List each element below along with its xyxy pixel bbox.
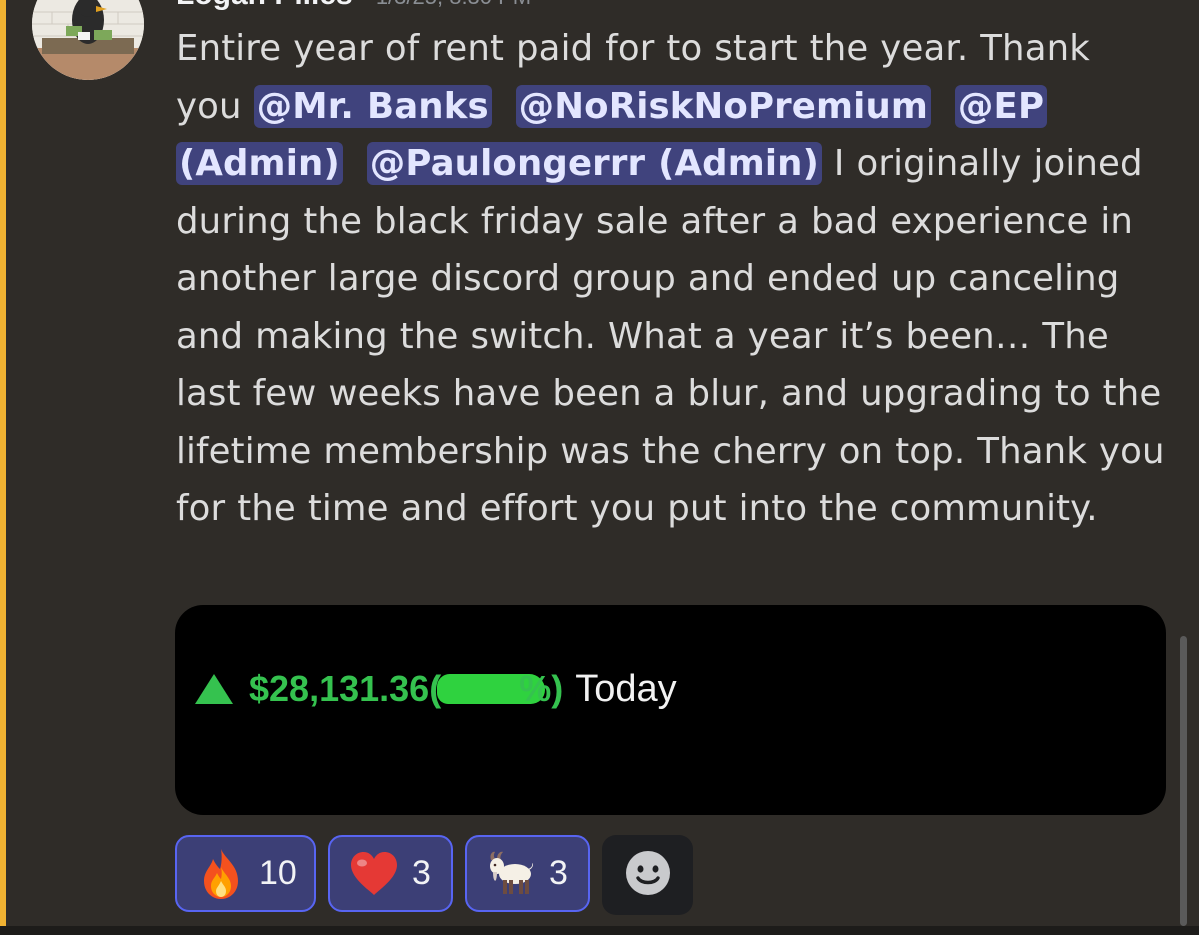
message-text-continued: I originally joined during the black fri… [176, 143, 1165, 529]
gain-percent: (%) [429, 668, 564, 710]
username[interactable]: Logan Pilles [176, 0, 353, 11]
message-content: Entire year of rent paid for to start th… [176, 20, 1166, 538]
smiley-face-icon [625, 850, 671, 900]
chat-message: Logan Pilles 1/3/25, 8:30 PM Entire year… [0, 0, 1199, 935]
fire-emoji-icon [195, 848, 247, 900]
goat-emoji-icon [485, 848, 537, 900]
bottom-divider [0, 926, 1199, 935]
heart-emoji-icon [348, 848, 400, 900]
mention-mr-banks[interactable]: @Mr. Banks [253, 84, 492, 128]
highlight-accent-bar [0, 0, 6, 935]
percent-suffix: %) [519, 668, 564, 709]
message-header: Logan Pilles 1/3/25, 8:30 PM [176, 0, 531, 11]
gain-amount: $28,131.36 [249, 668, 430, 709]
mention-paulongerrr-admin[interactable]: @Paulongerrr (Admin) [366, 142, 822, 185]
percent-open-paren: ( [429, 668, 442, 709]
avatar-image [32, 0, 144, 80]
up-arrow-icon [195, 674, 233, 704]
period-label: Today [575, 667, 677, 710]
scrollbar[interactable] [1180, 636, 1187, 926]
screenshot-attachment[interactable]: $28,131.36 (%) Today [175, 605, 1166, 815]
reaction-count: 3 [412, 854, 431, 892]
reaction-goat[interactable]: 3 [465, 835, 590, 912]
reactions-bar: 10 3 3 [175, 835, 693, 915]
reaction-count: 3 [549, 854, 568, 892]
add-reaction-button[interactable] [602, 835, 693, 915]
reaction-fire[interactable]: 10 [175, 835, 316, 912]
reaction-count: 10 [259, 854, 297, 892]
portfolio-gain-row: $28,131.36 (%) Today [195, 667, 677, 711]
timestamp: 1/3/25, 8:30 PM [376, 0, 531, 9]
avatar[interactable] [32, 0, 144, 80]
mention-noriskno-premium[interactable]: @NoRiskNoPremium [515, 84, 932, 128]
reaction-heart[interactable]: 3 [328, 835, 453, 912]
